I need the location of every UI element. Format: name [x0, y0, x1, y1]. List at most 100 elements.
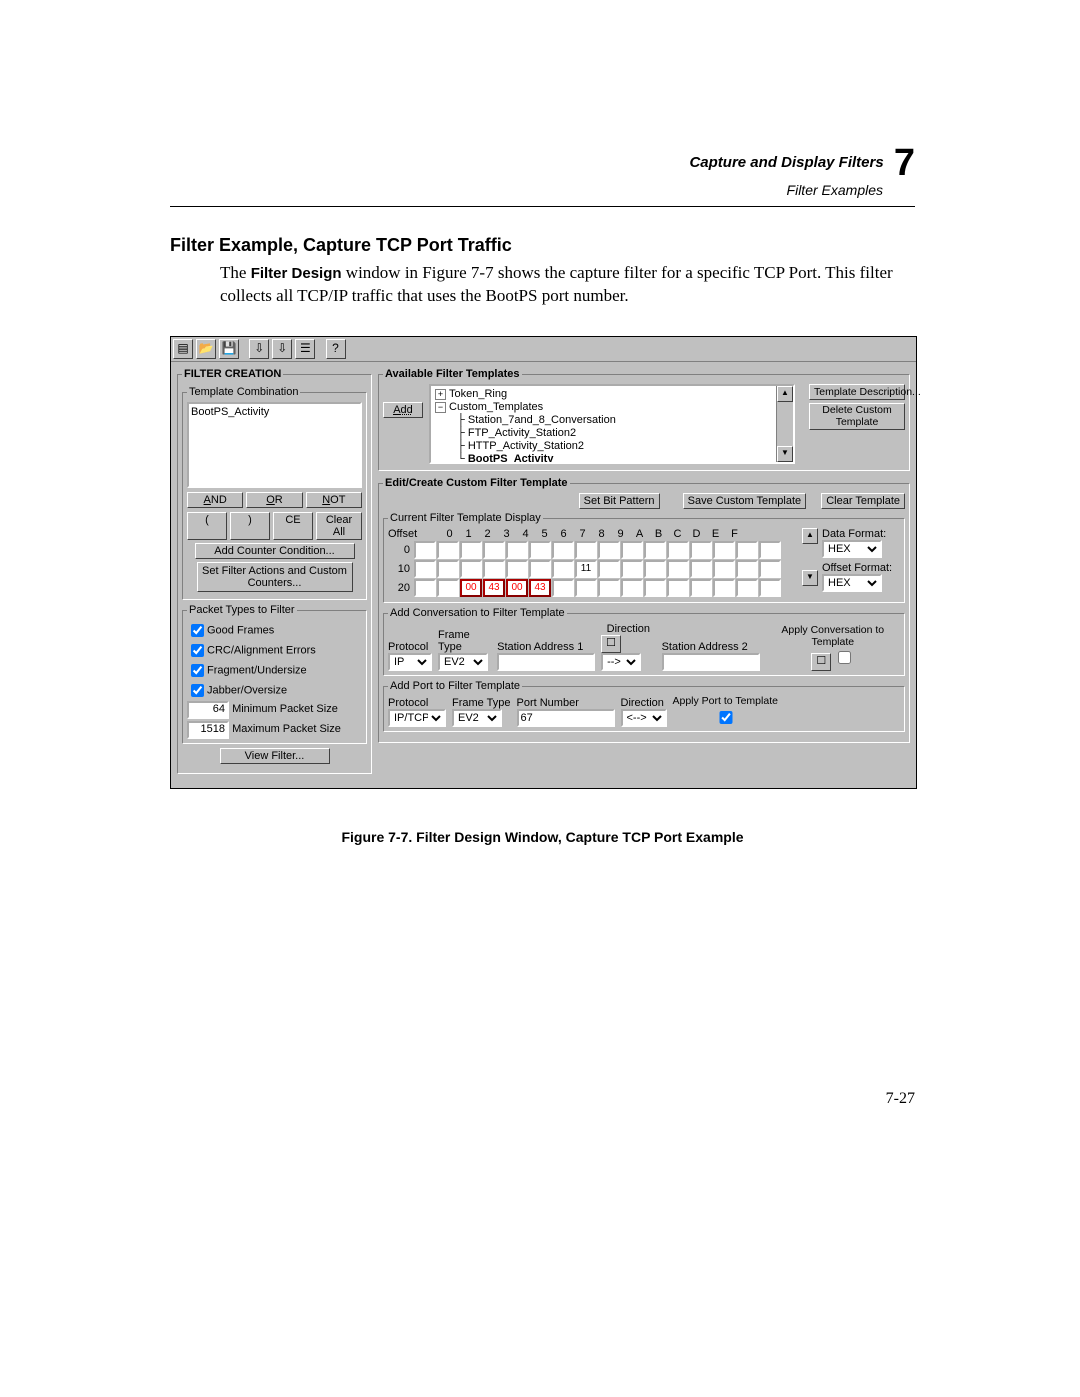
tb-help-icon[interactable]: ? [326, 339, 346, 359]
offset-label: Offset [388, 528, 414, 540]
body-text: The [220, 263, 251, 282]
collapse-icon[interactable]: − [435, 402, 446, 413]
tb-list-icon[interactable]: ☰ [295, 339, 315, 359]
save-custom-template-button[interactable]: Save Custom Template [683, 493, 807, 509]
ce-button[interactable]: CE [273, 512, 313, 540]
filter-creation-legend: FILTER CREATION [182, 368, 283, 380]
template-tree[interactable]: +Token_Ring −Custom_Templates ├ Station_… [429, 384, 795, 464]
apply-port-check[interactable] [677, 711, 775, 724]
clearall-button[interactable]: Clear All [316, 512, 362, 540]
template-combination-group: Template Combination BootPS_Activity AND… [182, 386, 367, 600]
addr-book-icon[interactable]: ☐ [601, 635, 621, 653]
body-bold: Filter Design [251, 265, 342, 282]
station-addr2-input[interactable] [662, 653, 760, 671]
apply-conv-label: Apply Conversation to Template [766, 625, 900, 648]
tree-scrollbar[interactable]: ▲▼ [776, 386, 793, 462]
add-counter-button[interactable]: Add Counter Condition... [195, 543, 355, 559]
current-display-legend: Current Filter Template Display [388, 512, 543, 524]
tb-open-icon[interactable]: 📂 [196, 339, 216, 359]
max-packet-input[interactable]: 1518 [187, 721, 229, 739]
not-button[interactable]: NOT [306, 492, 362, 508]
hex-scrollbar[interactable]: ▲ ▼ [802, 528, 818, 598]
chk-jabber[interactable]: Jabber/Oversize [187, 681, 362, 700]
apply-conv-check[interactable] [838, 651, 851, 664]
port-frametype-select[interactable]: EV2 [452, 709, 502, 727]
template-desc-button[interactable]: Template Description... [809, 384, 905, 400]
tree-node[interactable]: Token_Ring [449, 388, 507, 400]
toolbar: ▤ 📂 💾 ⇩ ⇩ ☰ ? [171, 337, 916, 362]
filter-design-window: ▤ 📂 💾 ⇩ ⇩ ☰ ? FILTER CREATION Template C… [170, 336, 917, 789]
data-format-label: Data Format: [822, 528, 900, 540]
packet-types-group: Packet Types to Filter Good Frames CRC/A… [182, 604, 367, 744]
set-bit-pattern-button[interactable]: Set Bit Pattern [579, 493, 660, 509]
add-conv-legend: Add Conversation to Filter Template [388, 607, 567, 619]
expand-icon[interactable]: + [435, 389, 446, 400]
chk-good[interactable]: Good Frames [187, 621, 362, 640]
tree-leaf[interactable]: Station_7and_8_Conversation [468, 414, 616, 426]
hex-row-0: 0 [388, 541, 800, 559]
header-rule [170, 206, 915, 207]
data-format-select[interactable]: HEX [822, 540, 882, 558]
view-filter-button[interactable]: View Filter... [220, 748, 330, 764]
station-addr1-input[interactable] [497, 653, 595, 671]
current-display-group: Current Filter Template Display Offset 0… [383, 512, 905, 603]
port-number-input[interactable] [517, 709, 615, 727]
hex-row-10: 10 11 [388, 560, 800, 578]
chk-crc[interactable]: CRC/Alignment Errors [187, 641, 362, 660]
tb-down1-icon[interactable]: ⇩ [249, 339, 269, 359]
apply-port-label: Apply Port to Template [673, 696, 778, 708]
page-number: 7-27 [886, 1090, 915, 1108]
header-subtitle: Filter Examples [787, 182, 883, 200]
tb-save-icon[interactable]: 💾 [219, 339, 239, 359]
add-port-group: Add Port to Filter Template ProtocolIP/T… [383, 680, 905, 732]
conv-protocol-select[interactable]: IP [388, 653, 432, 671]
available-templates-legend: Available Filter Templates [383, 368, 522, 380]
tb-new-icon[interactable]: ▤ [173, 339, 193, 359]
conv-frametype-select[interactable]: EV2 [438, 653, 488, 671]
chapter-number: 7 [894, 140, 915, 188]
filter-creation-group: FILTER CREATION Template Combination Boo… [177, 368, 372, 774]
offset-format-label: Offset Format: [822, 562, 900, 574]
template-combo-legend: Template Combination [187, 386, 300, 398]
header-title: Capture and Display Filters [689, 154, 883, 173]
port-dir-select[interactable]: <--> [621, 709, 667, 727]
tree-node[interactable]: Custom_Templates [449, 401, 543, 413]
addr-book2-icon[interactable]: ☐ [811, 653, 831, 671]
page-header: Capture and Display Filters 7 Filter Exa… [170, 140, 915, 200]
template-combo-value: BootPS_Activity [191, 406, 269, 418]
clear-template-button[interactable]: Clear Template [821, 493, 905, 509]
figure-caption: Figure 7-7. Filter Design Window, Captur… [170, 829, 915, 845]
scroll-up-icon[interactable]: ▲ [802, 528, 818, 544]
body-paragraph: The Filter Design window in Figure 7-7 s… [220, 262, 915, 308]
offset-format-select[interactable]: HEX [822, 574, 882, 592]
tb-down2-icon[interactable]: ⇩ [272, 339, 292, 359]
max-packet-label: Maximum Packet Size [232, 723, 341, 735]
tree-leaf[interactable]: FTP_Activity_Station2 [468, 427, 576, 439]
min-packet-input[interactable]: 64 [187, 701, 229, 719]
scroll-down-icon[interactable]: ▼ [802, 570, 818, 586]
lparen-button[interactable]: ( [187, 512, 227, 540]
set-filter-actions-button[interactable]: Set Filter Actions and Custom Counters..… [197, 562, 353, 592]
hex-header: 0123456789ABCDEF [440, 528, 744, 540]
available-templates-group: Available Filter Templates Add +Token_Ri… [378, 368, 910, 471]
chk-frag[interactable]: Fragment/Undersize [187, 661, 362, 680]
edit-template-legend: Edit/Create Custom Filter Template [383, 477, 570, 489]
min-packet-label: Minimum Packet Size [232, 703, 338, 715]
delete-template-button[interactable]: Delete Custom Template [809, 403, 905, 430]
template-combo-list[interactable]: BootPS_Activity [187, 402, 362, 488]
packet-types-legend: Packet Types to Filter [187, 604, 297, 616]
port-protocol-select[interactable]: IP/TCP [388, 709, 446, 727]
add-template-button[interactable]: Add [383, 402, 423, 418]
scroll-up-icon[interactable]: ▲ [777, 386, 793, 402]
conv-dir-select[interactable]: --> [601, 653, 641, 671]
and-button[interactable]: AND [187, 492, 243, 508]
edit-template-group: Edit/Create Custom Filter Template Set B… [378, 477, 910, 743]
hex-row-20: 20 00430043 [388, 579, 800, 597]
tree-leaf-selected[interactable]: BootPS_Activity [468, 453, 554, 464]
rparen-button[interactable]: ) [230, 512, 270, 540]
add-conversation-group: Add Conversation to Filter Template Prot… [383, 607, 905, 676]
tree-leaf[interactable]: HTTP_Activity_Station2 [468, 440, 584, 452]
or-button[interactable]: OR [246, 492, 302, 508]
add-port-legend: Add Port to Filter Template [388, 680, 522, 692]
scroll-down-icon[interactable]: ▼ [777, 446, 793, 462]
